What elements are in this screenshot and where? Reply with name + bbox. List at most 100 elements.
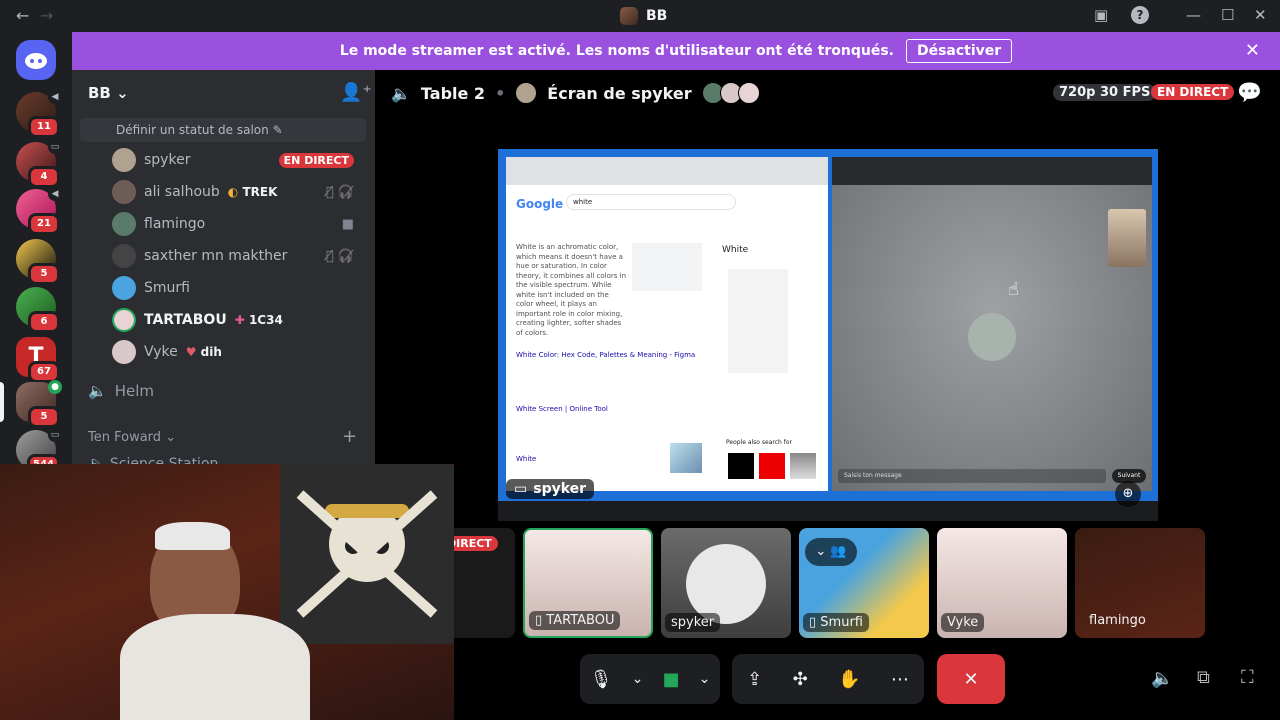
guild-icon[interactable]: ● 5: [16, 380, 62, 428]
screen-share-icon[interactable]: ⇪: [747, 669, 762, 690]
channel-name: Helm: [114, 382, 154, 400]
streamer-avatar: [515, 82, 538, 104]
stream-quality-badge: 720p 30 FPS: [1053, 84, 1157, 101]
result-thumbnail: [670, 443, 702, 473]
close-window-icon[interactable]: ✕: [1254, 6, 1267, 24]
maximize-icon[interactable]: ☐: [1221, 6, 1234, 24]
camera-icon[interactable]: ■: [662, 669, 679, 690]
status-prompt: Définir un statut de salon: [116, 123, 269, 137]
volume-icon[interactable]: 🔈: [1151, 668, 1173, 689]
channel-status-row[interactable]: Définir un statut de salon ✎: [80, 118, 366, 142]
invite-user-icon[interactable]: 👤⁺: [340, 82, 372, 103]
message-input: Saisis ton message: [838, 469, 1106, 483]
category-header[interactable]: Ten Foward ⌄: [88, 430, 176, 445]
speaker-icon: 🔈: [391, 83, 411, 103]
guild-tag: ✚ 1C34: [234, 313, 283, 327]
participant-name: ▯ Smurfi: [803, 613, 869, 632]
chevron-down-icon: ⌄: [165, 430, 177, 445]
stream-title: Écran de spyker: [547, 83, 692, 103]
media-controls: 🎙 ⌄ ■ ⌄: [580, 654, 720, 704]
voice-active-icon: ●: [48, 380, 62, 394]
participant-name-text: Smurfi: [820, 615, 863, 630]
screen-icon: ▭: [48, 140, 62, 154]
browser-toolbar: [506, 157, 828, 185]
server-rail: ◀11 ▭4 ◀21 5 6 T67 ●5 ▭544: [0, 32, 72, 476]
result-link: White Color: Hex Code, Palettes & Meanin…: [516, 351, 696, 359]
result-link: White: [516, 455, 537, 463]
chevron-down-icon: ⌄: [116, 84, 129, 102]
participant-tile[interactable]: ▯ TARTABOU: [523, 528, 653, 638]
speaker-icon: ◀: [48, 187, 62, 201]
minimize-icon[interactable]: —: [1186, 6, 1201, 24]
voice-stage: 🔈 Table 2 • Écran de spyker 720p 30 FPS …: [375, 70, 1280, 720]
voice-user[interactable]: Smurfi: [112, 274, 362, 302]
channel-title: Table 2: [420, 83, 486, 103]
speaker-icon: ◀: [48, 90, 62, 104]
participant-tile[interactable]: ⌄ 👥 ▯ Smurfi: [799, 528, 929, 638]
avatar: [112, 148, 136, 172]
live-badge: EN DIRECT: [278, 152, 354, 168]
streamer-name-label: ▭ spyker: [506, 479, 595, 499]
guild-tag-text: TREK: [242, 185, 278, 199]
stream-browser-left: Google white White is an achromatic colo…: [506, 157, 828, 491]
voice-user[interactable]: ali salhoub ◐ TREK 🎙̸ 🎧̸: [112, 178, 362, 206]
banner-message: Le mode streamer est activé. Les noms d'…: [339, 43, 894, 59]
loading-indicator: [968, 313, 1016, 361]
guild-icon[interactable]: ▭ 4: [16, 140, 62, 188]
voice-channel-helm[interactable]: 🔈 Helm: [88, 382, 154, 400]
discord-home-button[interactable]: [16, 40, 56, 80]
participant-tile[interactable]: flamingo: [1075, 528, 1205, 638]
guild-icon[interactable]: ◀ 11: [16, 90, 62, 138]
guild-icon[interactable]: 6: [16, 287, 60, 333]
voice-channel[interactable]: 🔈 Science Station: [88, 456, 218, 464]
live-badge: EN DIRECT: [1151, 84, 1235, 100]
swatch-gray: [790, 453, 816, 479]
more-options-icon[interactable]: ⋯: [891, 669, 909, 690]
result-link: White Screen | Online Tool: [516, 405, 608, 413]
participant-name: spyker: [665, 613, 721, 632]
voice-user[interactable]: saxther mn makther 🎙̸ 🎧̸: [112, 242, 362, 270]
channel-sidebar: BB ⌄ 👤⁺ Définir un statut de salon ✎ spy…: [72, 70, 375, 464]
guild-icon[interactable]: ◀ 21: [16, 187, 62, 235]
viewer-avatars[interactable]: [701, 82, 760, 104]
inbox-icon[interactable]: ▣: [1094, 6, 1108, 24]
voice-user[interactable]: spyker EN DIRECT: [112, 146, 362, 174]
back-arrow-icon[interactable]: ←: [16, 6, 29, 25]
tile-options-icon[interactable]: ⌄ 👥: [805, 538, 857, 566]
microphone-icon[interactable]: 🎙: [590, 669, 613, 690]
voice-user[interactable]: TARTABOU ✚ 1C34: [112, 306, 362, 334]
chevron-down-icon[interactable]: ⌄: [632, 671, 644, 687]
popout-icon[interactable]: ⧉: [1197, 667, 1210, 688]
pencil-icon: ✎: [272, 123, 283, 137]
jolly-roger-icon: [296, 490, 438, 618]
voice-user-name: flamingo: [144, 216, 206, 232]
chevron-down-icon[interactable]: ⌄: [699, 671, 711, 687]
voice-user[interactable]: Vyke ♥ dih: [112, 338, 362, 366]
chat-bubble-icon[interactable]: 💬: [1237, 80, 1262, 104]
end-call-button[interactable]: ✕: [937, 654, 1005, 704]
soundboard-icon[interactable]: ✋: [838, 669, 860, 690]
guild-icon[interactable]: T 67: [16, 337, 60, 383]
participant-tile[interactable]: Vyke: [937, 528, 1067, 638]
server-name-header[interactable]: BB ⌄: [88, 84, 129, 102]
voice-user[interactable]: flamingo ■: [112, 210, 362, 238]
screen-share-view[interactable]: Google white White is an achromatic colo…: [498, 149, 1158, 521]
forward-arrow-icon[interactable]: →: [40, 6, 53, 25]
people-also-search: People also search for: [726, 439, 792, 446]
stream-browser-right: ☝ Saisis ton message Suivant: [832, 157, 1152, 491]
disable-streamer-mode-button[interactable]: Désactiver: [905, 39, 1013, 63]
avatar: [112, 276, 136, 300]
activities-icon[interactable]: ✣: [793, 669, 808, 690]
participant-tile[interactable]: spyker: [661, 528, 791, 638]
zoom-icon[interactable]: ⊕: [1115, 481, 1141, 507]
help-icon[interactable]: ?: [1131, 6, 1149, 24]
add-channel-icon[interactable]: +: [342, 426, 357, 447]
fullscreen-icon[interactable]: ⛶: [1241, 667, 1254, 688]
streamer-mode-banner: Le mode streamer est activé. Les noms d'…: [72, 32, 1280, 70]
guild-icon[interactable]: 5: [16, 239, 60, 285]
streamer-name: spyker: [533, 481, 587, 497]
avatar: [112, 180, 136, 204]
muted-deafened-icon: 🎙̸ 🎧̸: [325, 248, 354, 264]
speaker-icon: 🔈: [88, 456, 106, 464]
close-icon[interactable]: ✕: [1245, 40, 1260, 61]
